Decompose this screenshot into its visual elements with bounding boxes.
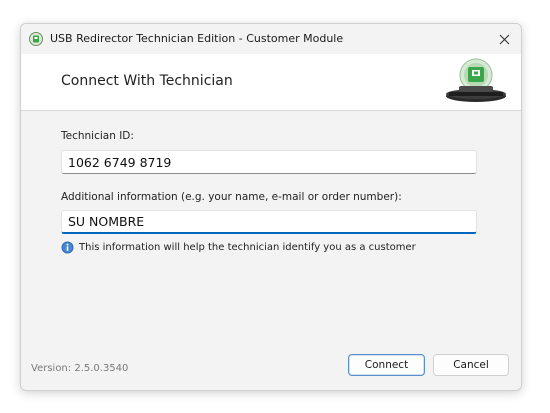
header-panel: Connect With Technician (21, 54, 521, 111)
connect-button[interactable]: Connect (348, 354, 425, 376)
additional-info-field[interactable] (61, 210, 477, 234)
info-icon (61, 241, 74, 253)
technician-id-field[interactable] (61, 150, 477, 174)
hint-text: This information will help the technicia… (79, 241, 416, 253)
title-bar[interactable]: USB Redirector Technician Edition - Cust… (21, 24, 521, 54)
hint-row: This information will help the technicia… (61, 240, 416, 254)
close-icon (499, 34, 509, 44)
close-button[interactable] (487, 24, 521, 54)
dialog-window: USB Redirector Technician Edition - Cust… (20, 23, 522, 391)
header-title: Connect With Technician (61, 73, 233, 89)
cancel-button[interactable]: Cancel (433, 354, 509, 376)
additional-info-label: Additional information (e.g. your name, … (61, 191, 402, 203)
app-icon (29, 32, 43, 46)
window-title: USB Redirector Technician Edition - Cust… (50, 32, 344, 45)
version-label: Version: 2.5.0.3540 (31, 363, 129, 374)
usb-redirector-logo (446, 58, 506, 102)
technician-id-label: Technician ID: (61, 130, 134, 142)
